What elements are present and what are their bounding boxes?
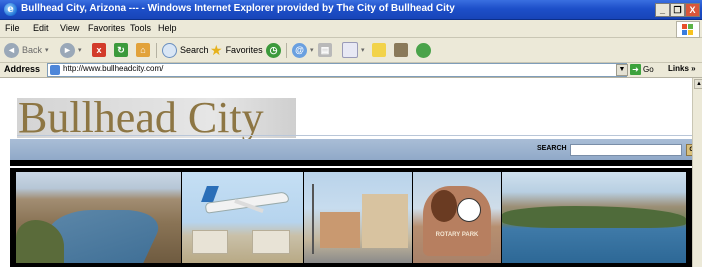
messenger-button[interactable] bbox=[416, 42, 431, 58]
photo-strip: ROTARY PARK bbox=[10, 168, 692, 267]
page-viewport: Bullhead City SEARCH GO ROTARY PARK bbox=[0, 78, 692, 267]
photo-airplane bbox=[182, 172, 303, 263]
home-button[interactable]: ⌂ bbox=[136, 42, 150, 58]
star-icon: ★ bbox=[210, 42, 223, 58]
address-label: Address bbox=[4, 64, 41, 74]
photo-river-canyon bbox=[16, 172, 181, 263]
address-dropdown-button[interactable]: ▼ bbox=[616, 64, 628, 76]
site-search-input[interactable] bbox=[570, 144, 682, 156]
go-label: Go bbox=[643, 65, 654, 74]
refresh-icon: ↻ bbox=[114, 43, 128, 57]
back-label: Back bbox=[22, 45, 43, 55]
refresh-button[interactable]: ↻ bbox=[114, 42, 128, 58]
search-label: Search bbox=[180, 45, 209, 55]
favorites-label: Favorites bbox=[225, 45, 263, 55]
links-button[interactable]: Links » bbox=[668, 64, 696, 73]
photo-rotary-park-sign: ROTARY PARK bbox=[413, 172, 501, 263]
favorites-button[interactable]: ★ Favorites bbox=[210, 42, 263, 58]
black-divider-bar bbox=[10, 160, 692, 166]
minimize-button[interactable]: _ bbox=[655, 3, 670, 17]
address-bar: Address http://www.bullheadcity.com/ ▼ ➜… bbox=[0, 63, 702, 78]
mail-button[interactable]: @ ▾ bbox=[292, 42, 314, 58]
forward-button[interactable]: ► ▾ bbox=[60, 42, 82, 58]
photo-buildings bbox=[304, 172, 412, 263]
stop-button[interactable]: x bbox=[92, 42, 106, 58]
history-icon: ◷ bbox=[266, 42, 281, 58]
go-arrow-icon: ➜ bbox=[630, 64, 641, 75]
menu-view[interactable]: View bbox=[60, 23, 79, 33]
photo-lake bbox=[502, 172, 686, 263]
windows-flag-icon bbox=[676, 21, 700, 38]
research-button[interactable] bbox=[394, 42, 408, 58]
discuss-button[interactable] bbox=[372, 42, 386, 58]
back-dropdown-icon: ▾ bbox=[45, 47, 49, 54]
forward-dropdown-icon: ▾ bbox=[78, 47, 82, 54]
toolbar: ◄ Back ▾ ► ▾ x ↻ ⌂ Search ★ Favorites ◷ … bbox=[0, 38, 702, 63]
stop-icon: x bbox=[92, 43, 106, 57]
links-chevron-icon: » bbox=[691, 64, 696, 73]
page-icon bbox=[50, 65, 60, 75]
window-title: Bullhead City, Arizona --- - Windows Int… bbox=[21, 3, 455, 14]
vertical-scrollbar[interactable]: ▲ bbox=[692, 78, 702, 267]
menu-help[interactable]: Help bbox=[158, 23, 177, 33]
search-strip: SEARCH GO bbox=[10, 139, 692, 160]
close-button[interactable]: X bbox=[685, 3, 700, 17]
menu-tools[interactable]: Tools bbox=[130, 23, 151, 33]
research-icon bbox=[394, 43, 408, 57]
header-divider bbox=[17, 135, 692, 136]
site-search-label: SEARCH bbox=[537, 145, 567, 152]
scroll-up-arrow-icon[interactable]: ▲ bbox=[694, 79, 702, 89]
search-button[interactable]: Search bbox=[162, 42, 209, 58]
title-bar: e Bullhead City, Arizona --- - Windows I… bbox=[0, 0, 702, 20]
toolbar-divider bbox=[286, 43, 287, 58]
menu-favorites[interactable]: Favorites bbox=[88, 23, 125, 33]
toolbar-divider bbox=[156, 43, 157, 58]
rotary-park-sign-text: ROTARY PARK bbox=[435, 232, 479, 238]
printer-icon: ▤ bbox=[318, 43, 332, 57]
mail-icon: @ bbox=[292, 42, 307, 58]
menu-bar: File Edit View Favorites Tools Help bbox=[0, 20, 702, 38]
forward-arrow-icon: ► bbox=[60, 42, 75, 58]
go-button[interactable]: ➜ Go bbox=[630, 64, 654, 75]
back-button[interactable]: ◄ Back ▾ bbox=[4, 42, 49, 58]
magnifier-icon bbox=[162, 42, 177, 58]
home-icon: ⌂ bbox=[136, 43, 150, 57]
history-button[interactable]: ◷ bbox=[266, 42, 281, 58]
menu-edit[interactable]: Edit bbox=[33, 23, 49, 33]
print-button[interactable]: ▤ bbox=[318, 42, 332, 58]
discuss-icon bbox=[372, 43, 386, 57]
ie-logo-icon: e bbox=[4, 3, 17, 16]
edit-button[interactable]: ▾ bbox=[342, 42, 365, 58]
links-label: Links bbox=[668, 64, 689, 73]
back-arrow-icon: ◄ bbox=[4, 42, 19, 58]
menu-file[interactable]: File bbox=[5, 23, 20, 33]
edit-dropdown-icon: ▾ bbox=[361, 47, 365, 54]
address-input[interactable]: http://www.bullheadcity.com/ bbox=[47, 63, 627, 77]
restore-button[interactable]: ❐ bbox=[670, 3, 685, 17]
messenger-icon bbox=[416, 42, 431, 58]
address-url: http://www.bullheadcity.com/ bbox=[63, 64, 164, 73]
edit-document-icon bbox=[342, 42, 358, 58]
mail-dropdown-icon: ▾ bbox=[310, 47, 314, 54]
